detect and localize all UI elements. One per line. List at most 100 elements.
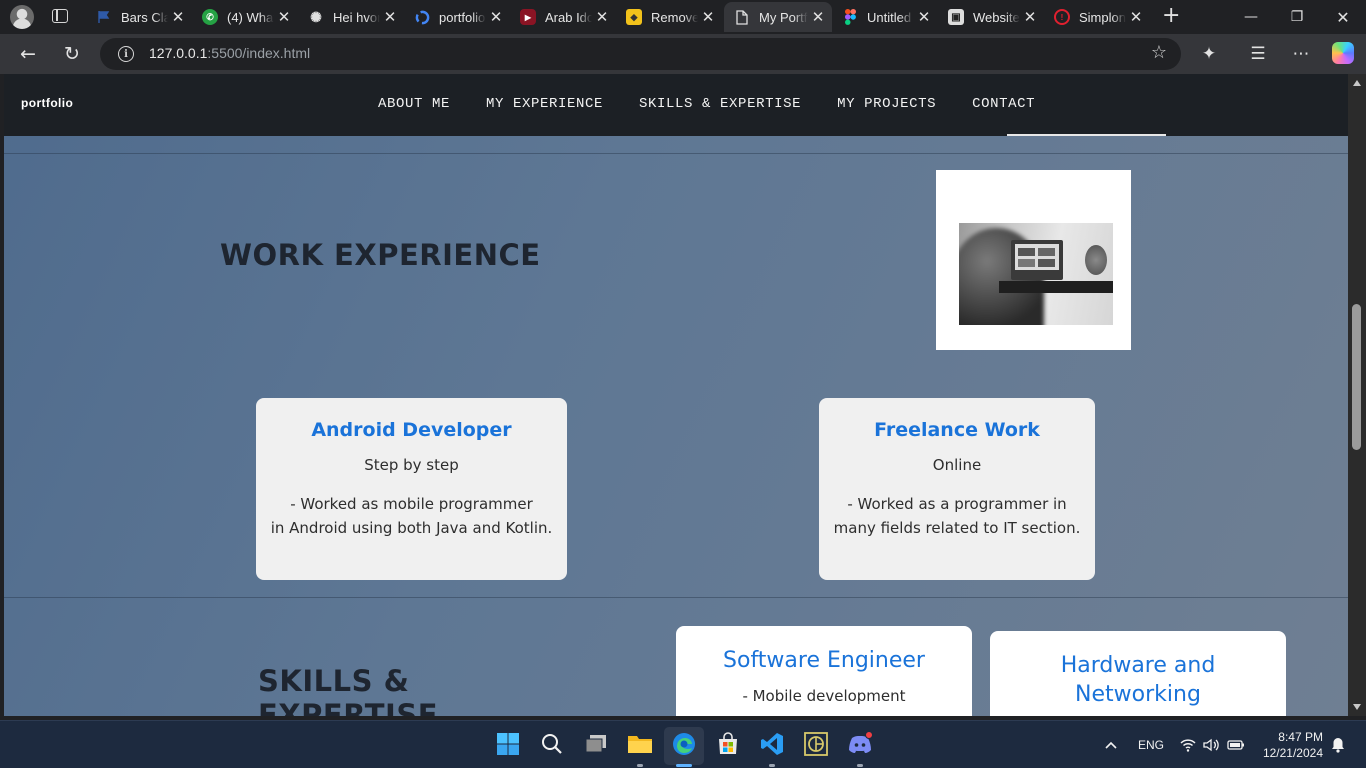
tab-title: (4) What bbox=[227, 9, 274, 25]
tab-title: Simplon bbox=[1079, 9, 1126, 25]
card-description: - Mobile development bbox=[742, 687, 906, 705]
nav-link-skills-expertise[interactable]: SKILLS & EXPERTISE bbox=[639, 96, 801, 112]
browser-tab-active[interactable]: My Portf ✕ bbox=[724, 2, 832, 32]
show-hidden-icons[interactable] bbox=[1104, 721, 1118, 768]
close-tab-icon[interactable]: ✕ bbox=[1020, 8, 1040, 26]
card-title: Software Engineer bbox=[723, 648, 925, 673]
close-tab-icon[interactable]: ✕ bbox=[274, 8, 294, 26]
simplon-icon: ! bbox=[1054, 9, 1070, 25]
chatgpt-icon: ✺ bbox=[310, 8, 322, 25]
nav-links: ABOUT ME MY EXPERIENCE SKILLS & EXPERTIS… bbox=[378, 96, 1071, 112]
laptop-photo bbox=[959, 223, 1113, 325]
close-tab-icon[interactable]: ✕ bbox=[698, 8, 718, 26]
profile-avatar-icon[interactable] bbox=[10, 5, 34, 29]
taskbar-running-indicator bbox=[769, 764, 775, 767]
tab-title: My Portf bbox=[759, 9, 808, 25]
browser-tab[interactable]: Bars Clas ✕ bbox=[86, 2, 192, 32]
browser-tab[interactable]: ▶ Arab Ido ✕ bbox=[510, 2, 616, 32]
flag-icon bbox=[96, 9, 112, 25]
store-icon[interactable] bbox=[715, 731, 741, 757]
language-indicator[interactable]: ENG bbox=[1138, 721, 1164, 768]
card-description: - Worked as a programmer in many fields … bbox=[833, 495, 1081, 537]
browser-tab[interactable]: portfolio ✕ bbox=[404, 2, 510, 32]
extensions-icon[interactable]: ✦ bbox=[1198, 44, 1220, 64]
browser-tab[interactable]: ✆ (4) What ✕ bbox=[192, 2, 298, 32]
close-window-icon[interactable]: ✕ bbox=[1320, 0, 1366, 34]
vscode-icon[interactable] bbox=[759, 731, 785, 757]
taskbar-running-indicator bbox=[857, 764, 863, 767]
scrollbar-thumb[interactable] bbox=[1352, 304, 1361, 450]
tab-actions-icon[interactable] bbox=[52, 9, 68, 23]
browser-tab[interactable]: Untitled ✕ bbox=[832, 2, 938, 32]
browser-tab[interactable]: ▣ Website ✕ bbox=[938, 2, 1044, 32]
battery-icon[interactable] bbox=[1227, 721, 1245, 768]
scroll-down-icon[interactable] bbox=[1353, 704, 1361, 710]
browser-toolbar: ← ↻ i 127.0.0.1:5500/index.html ☆ ✦ ☰ ⋯ bbox=[0, 34, 1366, 74]
document-icon bbox=[734, 9, 750, 25]
nav-link-contact[interactable]: CONTACT bbox=[972, 96, 1035, 112]
card-subtitle: Step by step bbox=[364, 456, 459, 474]
site-logo[interactable]: portfolio bbox=[21, 96, 73, 110]
address-bar[interactable]: i 127.0.0.1:5500/index.html ☆ bbox=[100, 38, 1181, 70]
close-tab-icon[interactable]: ✕ bbox=[592, 8, 612, 26]
close-tab-icon[interactable]: ✕ bbox=[168, 8, 188, 26]
refresh-icon[interactable]: ↻ bbox=[59, 42, 85, 66]
discord-icon[interactable] bbox=[847, 731, 873, 757]
restore-icon[interactable]: ❐ bbox=[1274, 0, 1320, 34]
tab-title: Hei hvor bbox=[333, 9, 380, 25]
clock-time: 8:47 PM bbox=[1278, 730, 1323, 744]
favorites-icon[interactable]: ☰ bbox=[1247, 44, 1269, 64]
minimize-icon[interactable]: — bbox=[1228, 0, 1274, 34]
card-title: Android Developer bbox=[311, 419, 512, 441]
browser-tab[interactable]: ! Simplon ✕ bbox=[1044, 2, 1150, 32]
close-tab-icon[interactable]: ✕ bbox=[914, 8, 934, 26]
nav-active-indicator bbox=[1007, 134, 1166, 136]
page-scrollbar[interactable] bbox=[1348, 74, 1366, 716]
close-tab-icon[interactable]: ✕ bbox=[380, 8, 400, 26]
clock-date: 12/21/2024 bbox=[1262, 746, 1323, 760]
more-menu-icon[interactable]: ⋯ bbox=[1290, 44, 1312, 64]
figma-icon bbox=[842, 9, 858, 25]
section-divider bbox=[4, 597, 1348, 598]
scroll-up-icon[interactable] bbox=[1353, 80, 1361, 86]
card-title: Hardware and Networking bbox=[1060, 653, 1216, 707]
google-icon bbox=[414, 9, 430, 25]
task-view-icon[interactable] bbox=[583, 731, 609, 757]
edge-icon[interactable] bbox=[671, 731, 697, 757]
close-tab-icon[interactable]: ✕ bbox=[808, 8, 828, 26]
card-subtitle: Online bbox=[932, 456, 982, 474]
start-icon[interactable] bbox=[495, 731, 521, 757]
search-icon[interactable] bbox=[539, 731, 565, 757]
copilot-icon[interactable] bbox=[1332, 42, 1354, 64]
tab-title: Website bbox=[973, 9, 1020, 25]
section-divider bbox=[4, 153, 1348, 154]
nav-link-about-me[interactable]: ABOUT ME bbox=[378, 96, 450, 112]
app-icon[interactable] bbox=[803, 731, 829, 757]
card-title: Freelance Work bbox=[874, 419, 1040, 441]
volume-icon[interactable] bbox=[1203, 721, 1219, 768]
taskbar-active-indicator bbox=[676, 764, 692, 767]
tab-title: Untitled bbox=[867, 9, 912, 25]
favorite-star-icon[interactable]: ☆ bbox=[1151, 42, 1167, 63]
close-tab-icon[interactable]: ✕ bbox=[1126, 8, 1146, 26]
back-icon[interactable]: ← bbox=[15, 42, 41, 66]
taskbar-running-indicator bbox=[637, 764, 643, 767]
skill-card: Hardware and Networking bbox=[990, 631, 1286, 716]
site-info-icon[interactable]: i bbox=[118, 46, 134, 62]
tab-title: Arab Ido bbox=[545, 9, 592, 25]
new-tab-icon[interactable]: + bbox=[1162, 5, 1180, 27]
file-explorer-icon[interactable] bbox=[627, 731, 653, 757]
tab-title: portfolio bbox=[439, 9, 486, 25]
close-tab-icon[interactable]: ✕ bbox=[486, 8, 506, 26]
url-text[interactable]: 127.0.0.1:5500/index.html bbox=[149, 45, 310, 61]
wifi-icon[interactable] bbox=[1180, 721, 1196, 768]
work-experience-title: WORK EXPERIENCE bbox=[220, 238, 541, 272]
tab-title: Bars Clas bbox=[121, 9, 168, 25]
browser-tab[interactable]: ◆ Remove ✕ bbox=[616, 2, 722, 32]
nav-link-my-projects[interactable]: MY PROJECTS bbox=[837, 96, 936, 112]
experience-image-frame bbox=[936, 170, 1131, 350]
nav-link-my-experience[interactable]: MY EXPERIENCE bbox=[486, 96, 603, 112]
notification-bell-icon[interactable] bbox=[1331, 721, 1345, 768]
browser-tab[interactable]: ✺ Hei hvor ✕ bbox=[298, 2, 404, 32]
system-clock[interactable]: 8:47 PM 12/21/2024 bbox=[1253, 729, 1323, 761]
